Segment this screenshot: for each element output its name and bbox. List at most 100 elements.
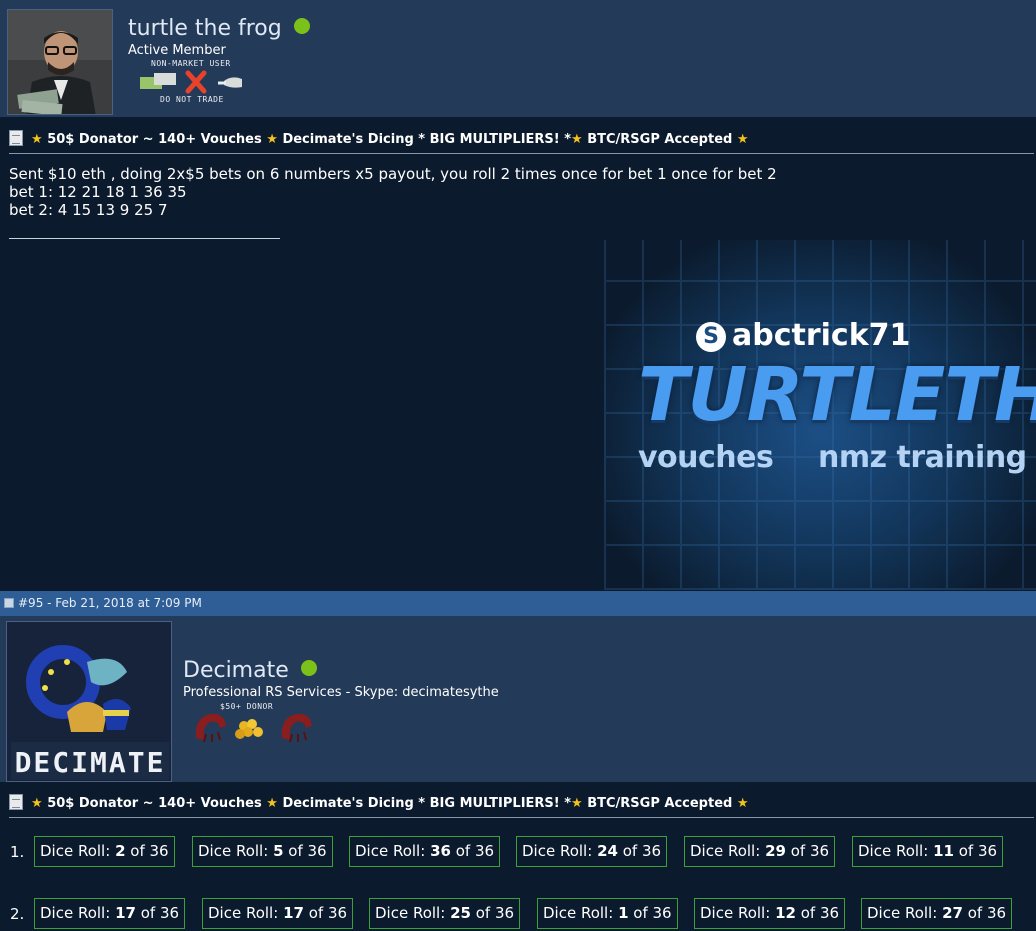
dice-value: 11 <box>933 842 954 860</box>
username-text[interactable]: turtle the frog <box>128 16 282 41</box>
dice-value: 17 <box>283 904 304 922</box>
dice-label: Dice Roll: <box>700 904 771 922</box>
dice-of: of 36 <box>130 842 169 860</box>
dice-label: Dice Roll: <box>198 842 269 860</box>
dice-of: of 36 <box>967 904 1007 922</box>
dice-label: Dice Roll: <box>208 904 279 922</box>
signature-banner: Sabctrick71 TURTLETHE vouches nmz traini… <box>604 240 1036 590</box>
star-icon: ★ <box>266 132 278 147</box>
message-line: bet 2: 4 15 13 9 25 7 <box>9 201 168 219</box>
dice-roll-box: Dice Roll: 17 of 36 <box>202 898 354 929</box>
dice-of: of 36 <box>958 842 998 860</box>
dice-label: Dice Roll: <box>543 904 614 922</box>
username-text[interactable]: Decimate <box>183 658 289 683</box>
post-icon <box>4 598 14 608</box>
dice-value: 1 <box>618 904 629 922</box>
dice-value: 25 <box>450 904 471 922</box>
dice-of: of 36 <box>288 842 327 860</box>
avatar[interactable]: DECIMATE <box>6 621 172 782</box>
dice-of: of 36 <box>800 904 840 922</box>
dice-label: Dice Roll: <box>355 842 426 860</box>
username[interactable]: turtle the frog <box>128 16 310 41</box>
dice-roll-box: Dice Roll: 2 of 36 <box>34 836 175 867</box>
star-icon: ★ <box>266 796 278 811</box>
dice-value: 27 <box>942 904 963 922</box>
document-icon <box>9 130 23 146</box>
user-title: Professional RS Services - Skype: decima… <box>183 685 499 700</box>
signature-line: ★ 50$ Donator ~ 140+ Vouches ★ Decimate'… <box>9 794 1034 818</box>
banner-sub-training: nmz training <box>818 440 1027 475</box>
post1-user-info: turtle the frog Active Member NON-MARKET… <box>0 0 1036 117</box>
dice-value: 5 <box>273 842 284 860</box>
online-status-icon <box>293 18 310 34</box>
dice-roll-box: Dice Roll: 29 of 36 <box>684 836 836 867</box>
dice-roll-box: Dice Roll: 12 of 36 <box>694 898 846 929</box>
username[interactable]: Decimate <box>183 658 317 683</box>
star-icon: ★ <box>571 132 583 147</box>
dice-value: 29 <box>765 842 786 860</box>
dice-roll-box: Dice Roll: 11 of 36 <box>852 836 1004 867</box>
signature-part-2[interactable]: Decimate's Dicing * BIG MULTIPLIERS! * <box>282 132 571 147</box>
dice-label: Dice Roll: <box>690 842 761 860</box>
dice-roll-box: Dice Roll: 24 of 36 <box>516 836 668 867</box>
star-icon: ★ <box>571 796 583 811</box>
dice-label: Dice Roll: <box>858 842 929 860</box>
avatar-image <box>8 10 112 114</box>
dice-roll-box: Dice Roll: 27 of 36 <box>861 898 1013 929</box>
document-icon <box>9 794 23 810</box>
star-icon: ★ <box>31 132 43 147</box>
star-icon: ★ <box>31 796 43 811</box>
dice-of: of 36 <box>455 842 495 860</box>
skype-icon: S <box>696 322 726 352</box>
dice-of: of 36 <box>140 904 180 922</box>
dice-label: Dice Roll: <box>375 904 446 922</box>
donor-badge-icon <box>195 713 312 743</box>
avatar[interactable] <box>7 9 113 115</box>
dice-value: 24 <box>597 842 618 860</box>
online-status-icon <box>300 660 317 676</box>
star-icon: ★ <box>736 132 749 147</box>
badge-caption-top: NON-MARKET USER <box>151 59 231 68</box>
dice-of: of 36 <box>790 842 830 860</box>
post-message: Sent $10 eth , doing 2x$5 bets on 6 numb… <box>9 165 777 219</box>
post-permalink[interactable]: #95 - Feb 21, 2018 at 7:09 PM <box>18 596 202 610</box>
signature-part-3[interactable]: BTC/RSGP Accepted <box>587 132 732 147</box>
signature-divider <box>9 238 280 239</box>
dice-label: Dice Roll: <box>40 904 111 922</box>
signature-part-2[interactable]: Decimate's Dicing * BIG MULTIPLIERS! * <box>282 796 571 811</box>
user-badges: $50+ DONOR <box>192 702 318 744</box>
banner-title: TURTLETHE <box>638 352 1036 438</box>
signature-part-1[interactable]: 50$ Donator ~ 140+ Vouches <box>47 796 262 811</box>
dice-roll-box: Dice Roll: 36 of 36 <box>349 836 501 867</box>
message-line: Sent $10 eth , doing 2x$5 bets on 6 numb… <box>9 165 777 183</box>
list-index: 2. <box>10 905 25 923</box>
dice-roll-box: Dice Roll: 17 of 36 <box>34 898 186 929</box>
user-title: Active Member <box>128 43 226 58</box>
list-index: 1. <box>10 843 25 861</box>
dice-value: 2 <box>115 842 126 860</box>
dice-roll-box: Dice Roll: 5 of 36 <box>192 836 333 867</box>
skype-handle: Sabctrick71 <box>696 318 910 353</box>
signature-part-1[interactable]: 50$ Donator ~ 140+ Vouches <box>47 132 262 147</box>
post-header: #95 - Feb 21, 2018 at 7:09 PM <box>0 591 1036 616</box>
dice-of: of 36 <box>622 842 662 860</box>
dice-of: of 36 <box>633 904 672 922</box>
skype-name: abctrick71 <box>732 318 911 353</box>
dice-of: of 36 <box>308 904 348 922</box>
signature-part-3[interactable]: BTC/RSGP Accepted <box>587 796 732 811</box>
dice-value: 17 <box>115 904 136 922</box>
dice-roll-box: Dice Roll: 1 of 36 <box>537 898 678 929</box>
dice-label: Dice Roll: <box>867 904 938 922</box>
dice-label: Dice Roll: <box>40 842 111 860</box>
dice-label: Dice Roll: <box>522 842 593 860</box>
message-line: bet 1: 12 21 18 1 36 35 <box>9 183 187 201</box>
dice-of: of 36 <box>475 904 515 922</box>
no-trade-badge-icon <box>140 70 242 94</box>
banner-sub-vouches: vouches <box>638 440 774 475</box>
avatar-text: DECIMATE <box>15 746 166 779</box>
post2-user-info: DECIMATE Decimate Professional RS Servic… <box>0 616 1036 782</box>
dice-value: 12 <box>775 904 796 922</box>
dice-roll-box: Dice Roll: 25 of 36 <box>369 898 521 929</box>
signature-line: ★ 50$ Donator ~ 140+ Vouches ★ Decimate'… <box>9 130 1034 154</box>
star-icon: ★ <box>736 796 749 811</box>
